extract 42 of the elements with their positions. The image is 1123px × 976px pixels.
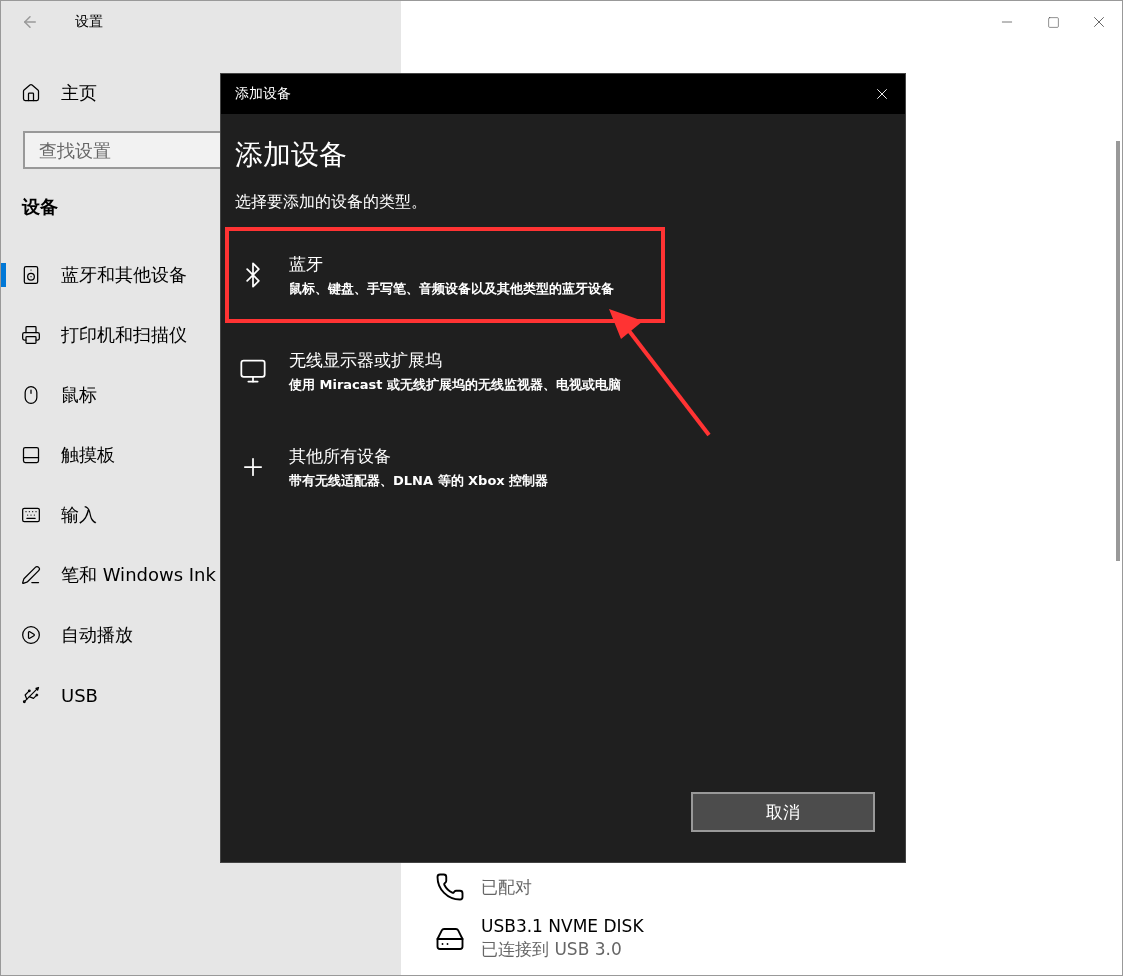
play-circle-icon: [21, 625, 41, 645]
option-title: 其他所有设备: [289, 444, 392, 468]
sidebar-item-label: 输入: [61, 503, 97, 527]
option-title: 蓝牙: [289, 252, 324, 276]
sidebar-item[interactable]: 自动播放: [1, 605, 401, 665]
cancel-button[interactable]: 取消: [691, 792, 875, 832]
maximize-icon[interactable]: [1046, 15, 1060, 29]
sidebar-item-label: USB: [61, 684, 98, 706]
keyboard-icon: [21, 505, 41, 525]
sidebar-item-label: 自动播放: [61, 623, 133, 647]
device-type-option[interactable]: 其他所有设备 带有无线适配器、DLNA 等的 Xbox 控制器: [225, 419, 665, 515]
option-description: 带有无线适配器、DLNA 等的 Xbox 控制器: [289, 471, 549, 490]
device-status: 已连接到 USB 3.0: [481, 938, 623, 961]
option-description: 鼠标、键盘、手写笔、音频设备以及其他类型的蓝牙设备: [289, 279, 614, 298]
printer-icon: [21, 325, 41, 345]
sidebar-item-label: 触摸板: [61, 443, 115, 467]
speaker-icon: [21, 265, 41, 285]
sidebar-item[interactable]: USB: [1, 665, 401, 725]
sidebar-item-label: 鼠标: [61, 383, 97, 407]
home-icon: [21, 83, 41, 103]
option-description: 使用 Miracast 或无线扩展坞的无线监视器、电视或电脑: [289, 375, 622, 394]
section-heading: 设备: [22, 195, 58, 219]
sidebar-item-label: 笔和 Windows Ink: [61, 563, 216, 587]
dialog-subtitle: 选择要添加的设备的类型。: [234, 191, 428, 213]
scrollbar[interactable]: [1116, 141, 1120, 561]
sidebar-item-label: 打印机和扫描仪: [61, 323, 187, 347]
device-status: 已配对: [481, 875, 532, 899]
device-name: USB3.1 NVME DISK: [481, 916, 644, 936]
back-icon[interactable]: [21, 13, 39, 31]
sidebar-item-label: 蓝牙和其他设备: [61, 263, 187, 287]
dialog-title: 添加设备: [235, 85, 291, 103]
device-type-option[interactable]: 无线显示器或扩展坞 使用 Miracast 或无线扩展坞的无线监视器、电视或电脑: [225, 323, 665, 419]
sidebar-item[interactable]: 笔和 Windows Ink: [1, 545, 401, 605]
option-title: 无线显示器或扩展坞: [289, 348, 443, 372]
device-type-option[interactable]: 蓝牙 鼠标、键盘、手写笔、音频设备以及其他类型的蓝牙设备: [225, 227, 665, 323]
window-title: 设置: [75, 13, 103, 31]
touchpad-icon: [21, 445, 41, 465]
phone-icon: [435, 872, 465, 902]
usb-icon: [21, 685, 41, 705]
pen-icon: [21, 565, 41, 585]
monitor-icon: [239, 357, 267, 385]
home-label: 主页: [61, 81, 97, 105]
